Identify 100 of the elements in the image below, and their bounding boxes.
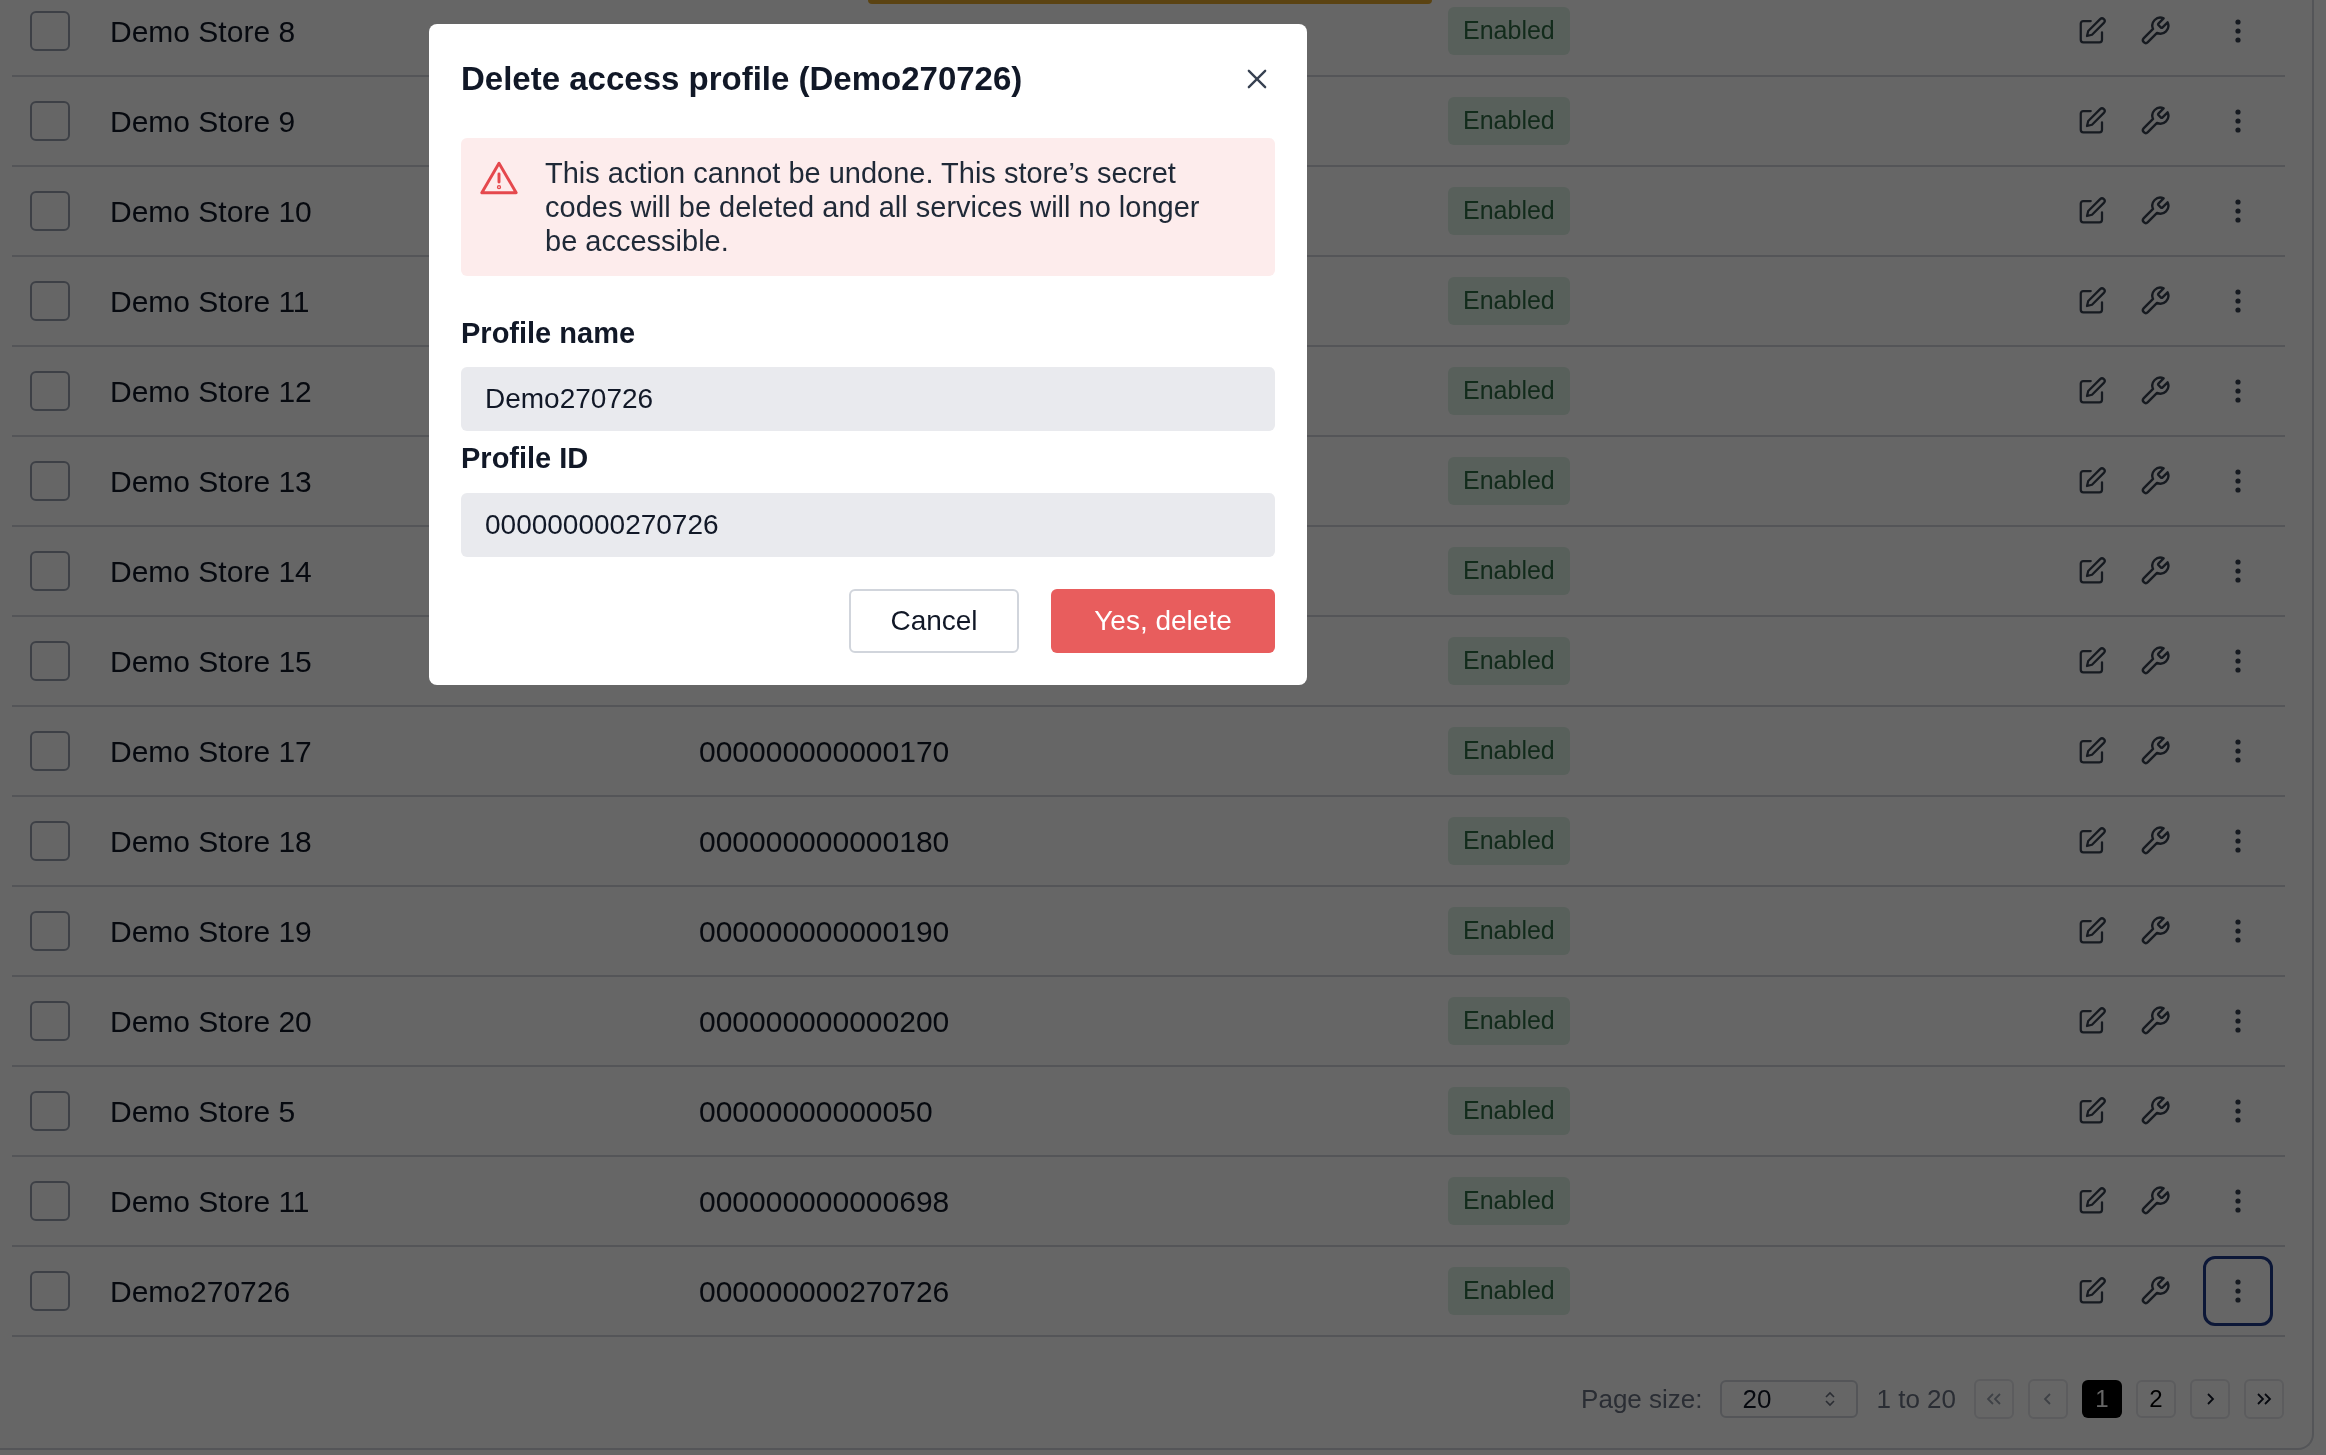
more-button[interactable]	[2203, 1256, 2273, 1326]
page-size-label: Page size:	[1581, 1382, 1703, 1416]
profile-id: 000000000270726	[699, 1274, 950, 1308]
wrench-icon[interactable]	[2139, 555, 2171, 587]
row-checkbox[interactable]	[30, 371, 70, 411]
edit-icon[interactable]	[2077, 1006, 2107, 1036]
edit-icon[interactable]	[2077, 1186, 2107, 1216]
row-checkbox[interactable]	[30, 1091, 70, 1131]
wrench-icon[interactable]	[2139, 465, 2171, 497]
edit-icon[interactable]	[2077, 1096, 2107, 1126]
wrench-icon[interactable]	[2139, 735, 2171, 767]
page-range: 1 to 20	[1876, 1382, 1956, 1416]
store-name: Demo270726	[110, 1274, 291, 1308]
store-name: Demo Store 13	[110, 464, 312, 498]
more-icon	[2234, 1188, 2242, 1214]
status-badge: Enabled	[1448, 727, 1570, 775]
edit-icon[interactable]	[2077, 376, 2107, 406]
wrench-icon[interactable]	[2139, 1095, 2171, 1127]
more-icon	[2234, 18, 2242, 44]
wrench-icon[interactable]	[2139, 1275, 2171, 1307]
edit-icon[interactable]	[2077, 916, 2107, 946]
more-icon	[2234, 1008, 2242, 1034]
page-button[interactable]: 2	[2136, 1380, 2176, 1418]
text-field[interactable]: 000000000270726	[461, 492, 1275, 557]
row-checkbox[interactable]	[30, 101, 70, 141]
row-checkbox[interactable]	[30, 461, 70, 501]
more-icon	[2234, 108, 2242, 134]
edit-icon[interactable]	[2077, 556, 2107, 586]
more-icon	[2234, 468, 2242, 494]
status-badge: Enabled	[1448, 1267, 1570, 1315]
row-checkbox[interactable]	[30, 551, 70, 591]
page-button[interactable]: 1	[2082, 1380, 2122, 1418]
wrench-icon[interactable]	[2139, 15, 2171, 47]
delete-button[interactable]: Yes, delete	[1051, 588, 1275, 653]
more-icon	[2234, 1278, 2242, 1304]
row-checkbox[interactable]	[30, 731, 70, 771]
store-name: Demo Store 12	[110, 374, 312, 408]
edit-icon[interactable]	[2077, 466, 2107, 496]
row-checkbox[interactable]	[30, 821, 70, 861]
edit-icon[interactable]	[2077, 826, 2107, 856]
more-icon	[2234, 828, 2242, 854]
status-badge: Enabled	[1448, 7, 1570, 55]
store-name: Demo Store 11	[110, 1184, 310, 1218]
store-name: Demo Store 17	[110, 734, 312, 768]
status-badge: Enabled	[1448, 1177, 1570, 1225]
status-badge: Enabled	[1448, 907, 1570, 955]
status-badge: Enabled	[1448, 997, 1570, 1045]
more-icon	[2234, 1098, 2242, 1124]
wrench-icon[interactable]	[2139, 1185, 2171, 1217]
edit-icon[interactable]	[2077, 196, 2107, 226]
more-icon	[2234, 378, 2242, 404]
edit-icon[interactable]	[2077, 736, 2107, 766]
wrench-icon[interactable]	[2139, 375, 2171, 407]
status-badge: Enabled	[1448, 367, 1570, 415]
profile-id: 00000000000050	[699, 1094, 933, 1128]
page-size-select[interactable]: 20	[1720, 1380, 1859, 1418]
wrench-icon[interactable]	[2139, 915, 2171, 947]
row-checkbox[interactable]	[30, 1271, 70, 1311]
more-icon	[2234, 648, 2242, 674]
last-page-button[interactable]	[2244, 1379, 2284, 1419]
row-checkbox[interactable]	[30, 11, 70, 51]
profile-id: 000000000000200	[699, 1004, 950, 1038]
row-checkbox[interactable]	[30, 911, 70, 951]
wrench-icon[interactable]	[2139, 645, 2171, 677]
edit-icon[interactable]	[2077, 16, 2107, 46]
wrench-icon[interactable]	[2139, 285, 2171, 317]
row-checkbox[interactable]	[30, 281, 70, 321]
profile-id: 000000000000698	[699, 1184, 950, 1218]
text-field[interactable]: Demo270726	[461, 367, 1275, 431]
row-checkbox[interactable]	[30, 1181, 70, 1221]
status-badge: Enabled	[1448, 817, 1570, 865]
warning-icon	[479, 159, 519, 196]
store-name: Demo Store 15	[110, 644, 312, 678]
edit-icon[interactable]	[2077, 646, 2107, 676]
status-badge: Enabled	[1448, 547, 1570, 595]
store-name: Demo Store 18	[110, 824, 312, 858]
store-name: Demo Store 19	[110, 914, 312, 948]
edit-icon[interactable]	[2077, 106, 2107, 136]
profile-id: 000000000000190	[699, 914, 950, 948]
wrench-icon[interactable]	[2139, 105, 2171, 137]
status-badge: Enabled	[1448, 1087, 1570, 1135]
store-name: Demo Store 5	[110, 1094, 296, 1128]
more-icon	[2234, 288, 2242, 314]
edit-icon[interactable]	[2077, 286, 2107, 316]
row-checkbox[interactable]	[30, 641, 70, 681]
edit-icon[interactable]	[2077, 1276, 2107, 1306]
status-badge: Enabled	[1448, 97, 1570, 145]
more-icon	[2234, 918, 2242, 944]
status-badge: Enabled	[1448, 187, 1570, 235]
dialog-title: Delete access profile (Demo270726)	[461, 59, 1023, 99]
store-name: Demo Store 8	[110, 14, 296, 48]
row-checkbox[interactable]	[30, 191, 70, 231]
row-checkbox[interactable]	[30, 1001, 70, 1041]
store-name: Demo Store 14	[110, 554, 312, 588]
wrench-icon[interactable]	[2139, 195, 2171, 227]
more-icon	[2234, 198, 2242, 224]
profile-id: 000000000000170	[699, 734, 950, 768]
wrench-icon[interactable]	[2139, 825, 2171, 857]
wrench-icon[interactable]	[2139, 1005, 2171, 1037]
cancel-button[interactable]: Cancel	[849, 588, 1019, 653]
